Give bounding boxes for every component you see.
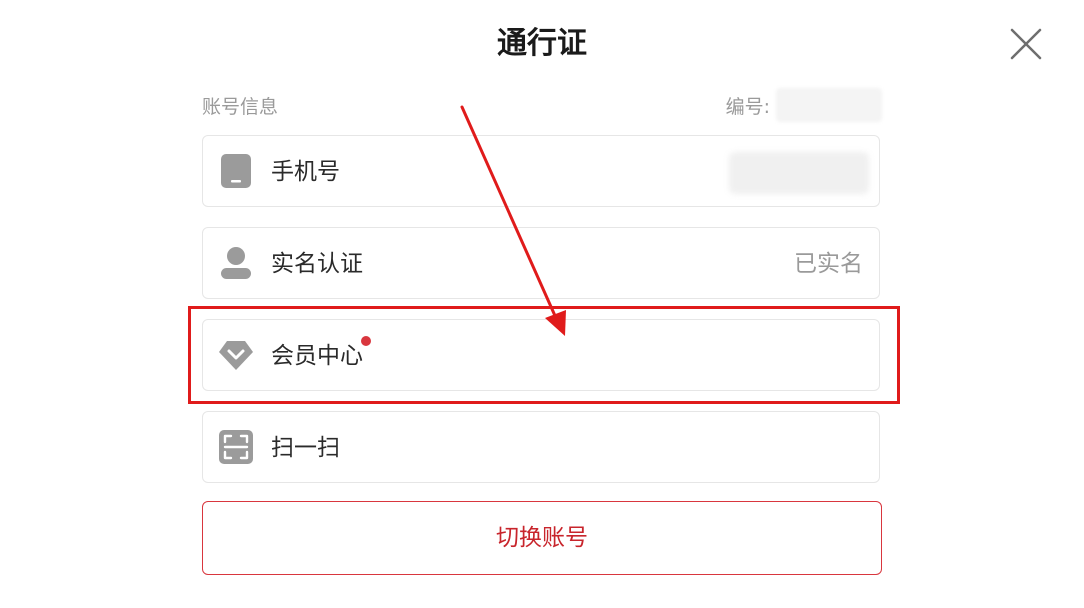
passport-dialog: 通行证 账号信息 编号: 手机号 实名认证 已实名 会员中心 扫一扫 切换账号 (0, 0, 1084, 608)
member-center-label: 会员中心 (271, 343, 363, 369)
scan-icon (219, 430, 253, 464)
diamond-icon (219, 341, 253, 370)
phone-number-masked (729, 152, 869, 194)
phone-label: 手机号 (271, 159, 340, 185)
phone-icon (221, 154, 251, 188)
account-number-label: 编号: (725, 96, 770, 118)
close-icon (1010, 28, 1042, 60)
user-icon (221, 247, 251, 279)
account-number-masked (776, 88, 882, 122)
member-center-item[interactable]: 会员中心 (202, 319, 880, 391)
account-info-label: 账号信息 (202, 96, 279, 118)
page-title: 通行证 (497, 26, 587, 61)
close-button[interactable] (1004, 22, 1048, 66)
switch-account-button[interactable]: 切换账号 (202, 501, 882, 575)
real-name-item[interactable]: 实名认证 已实名 (202, 227, 880, 299)
scan-item[interactable]: 扫一扫 (202, 411, 880, 483)
real-name-label: 实名认证 (271, 251, 363, 277)
notification-badge (361, 336, 371, 346)
phone-item[interactable]: 手机号 (202, 135, 880, 207)
real-name-status: 已实名 (794, 251, 863, 277)
account-info-header: 账号信息 编号: (202, 86, 882, 122)
scan-label: 扫一扫 (271, 435, 340, 461)
